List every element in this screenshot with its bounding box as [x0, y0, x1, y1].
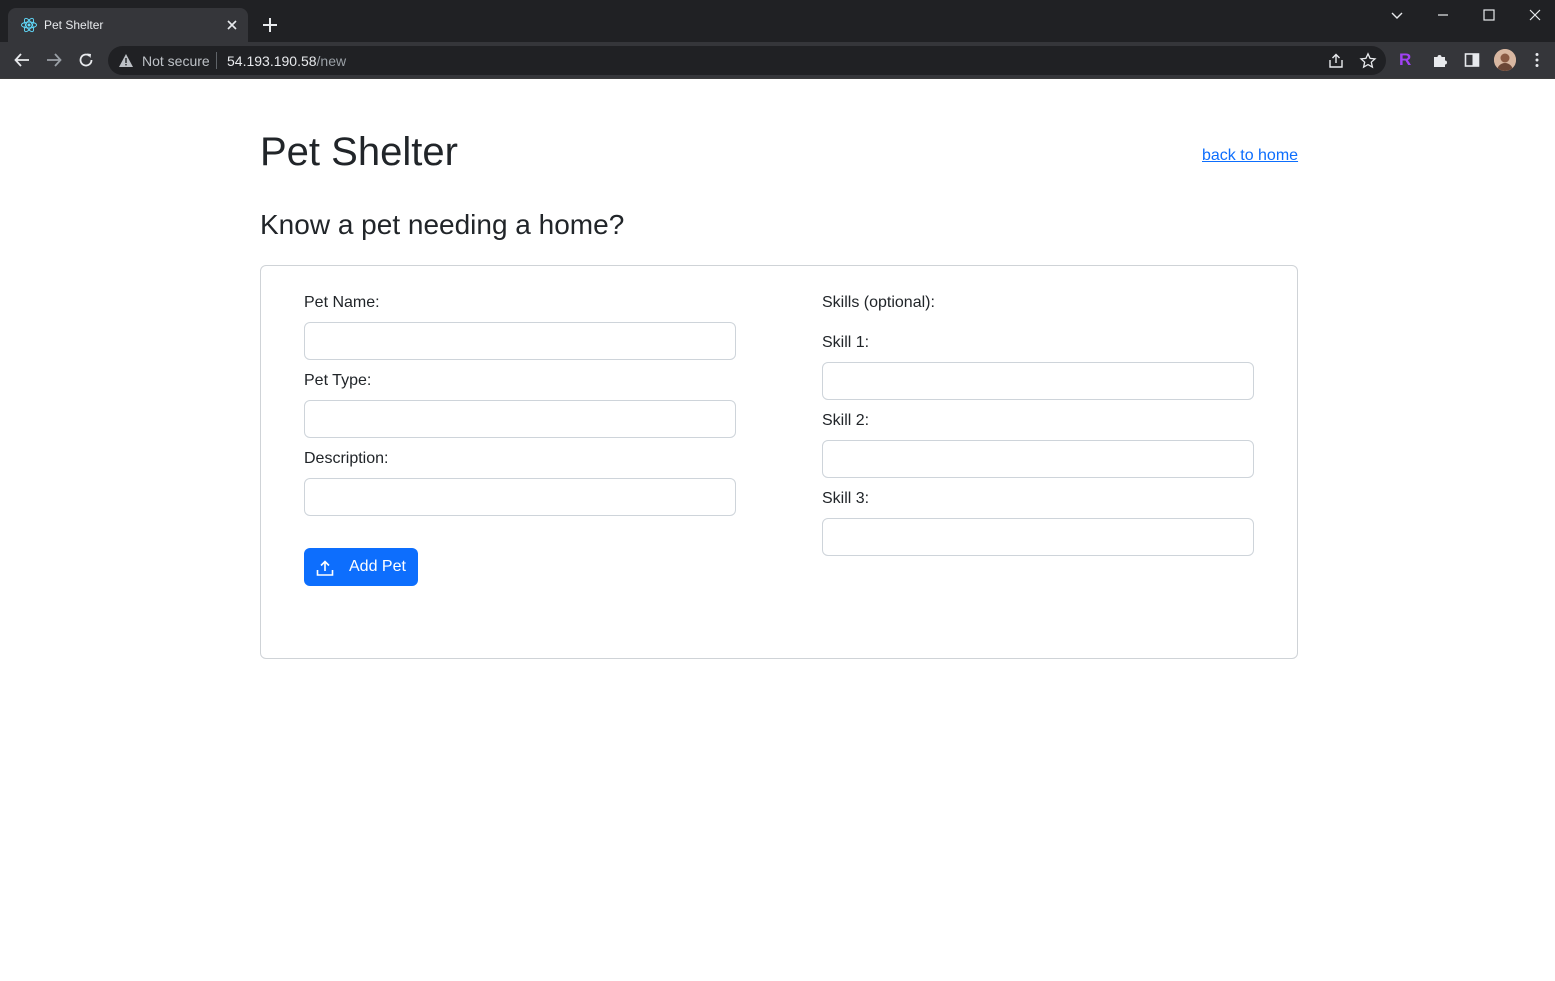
side-panel-icon[interactable]	[1463, 51, 1481, 69]
warning-icon	[119, 54, 133, 67]
skill-3-input[interactable]	[822, 518, 1254, 556]
security-status[interactable]: Not secure	[142, 53, 210, 69]
skill-1-input[interactable]	[822, 362, 1254, 400]
new-tab-icon[interactable]	[261, 16, 279, 34]
more-menu-icon[interactable]	[1528, 51, 1546, 69]
react-logo-icon	[21, 17, 37, 33]
url-text[interactable]: 54.193.190.58/new	[227, 53, 346, 69]
url-host: 54.193.190.58	[227, 53, 317, 69]
page-subtitle: Know a pet needing a home?	[260, 209, 625, 240]
tab-title: Pet Shelter	[44, 18, 104, 32]
tab-search-icon[interactable]	[1388, 6, 1406, 24]
pet-name-input[interactable]	[304, 322, 736, 360]
skill-1-label: Skill 1:	[822, 334, 870, 351]
maximize-icon[interactable]	[1480, 6, 1498, 24]
back-to-home-link[interactable]: back to home	[1202, 146, 1298, 166]
skills-heading: Skills (optional):	[822, 294, 935, 311]
skill-2-label: Skill 2:	[822, 412, 870, 429]
add-pet-button-label: Add Pet	[349, 558, 406, 575]
pet-name-label: Pet Name:	[304, 294, 380, 311]
browser-titlebar: Pet Shelter	[0, 0, 1555, 42]
omnibox-divider	[216, 52, 217, 69]
pet-type-label: Pet Type:	[304, 372, 372, 389]
browser-tab[interactable]: Pet Shelter	[8, 8, 248, 42]
person-icon	[1494, 49, 1516, 71]
pet-type-input[interactable]	[304, 400, 736, 438]
share-icon[interactable]	[1327, 52, 1345, 70]
minimize-icon[interactable]	[1434, 6, 1452, 24]
close-window-icon[interactable]	[1526, 6, 1544, 24]
address-bar[interactable]: Not secure 54.193.190.58/new	[108, 46, 1386, 75]
upload-icon	[316, 560, 334, 576]
extension-r-icon[interactable]: R	[1399, 49, 1417, 69]
skill-2-input[interactable]	[822, 440, 1254, 478]
page-title: Pet Shelter	[260, 130, 458, 174]
description-input[interactable]	[304, 478, 736, 516]
add-pet-button[interactable]: Add Pet	[304, 548, 418, 586]
close-tab-icon[interactable]	[224, 17, 240, 33]
bookmark-star-icon[interactable]	[1359, 52, 1377, 70]
skill-3-label: Skill 3:	[822, 490, 870, 507]
description-label: Description:	[304, 450, 389, 467]
forward-arrow-icon[interactable]	[45, 51, 63, 69]
url-path: /new	[316, 53, 347, 69]
reload-icon[interactable]	[77, 51, 95, 69]
extensions-puzzle-icon[interactable]	[1431, 51, 1449, 69]
profile-avatar[interactable]	[1494, 49, 1516, 71]
browser-toolbar: Not secure 54.193.190.58/new R	[0, 42, 1555, 79]
back-arrow-icon[interactable]	[13, 51, 31, 69]
